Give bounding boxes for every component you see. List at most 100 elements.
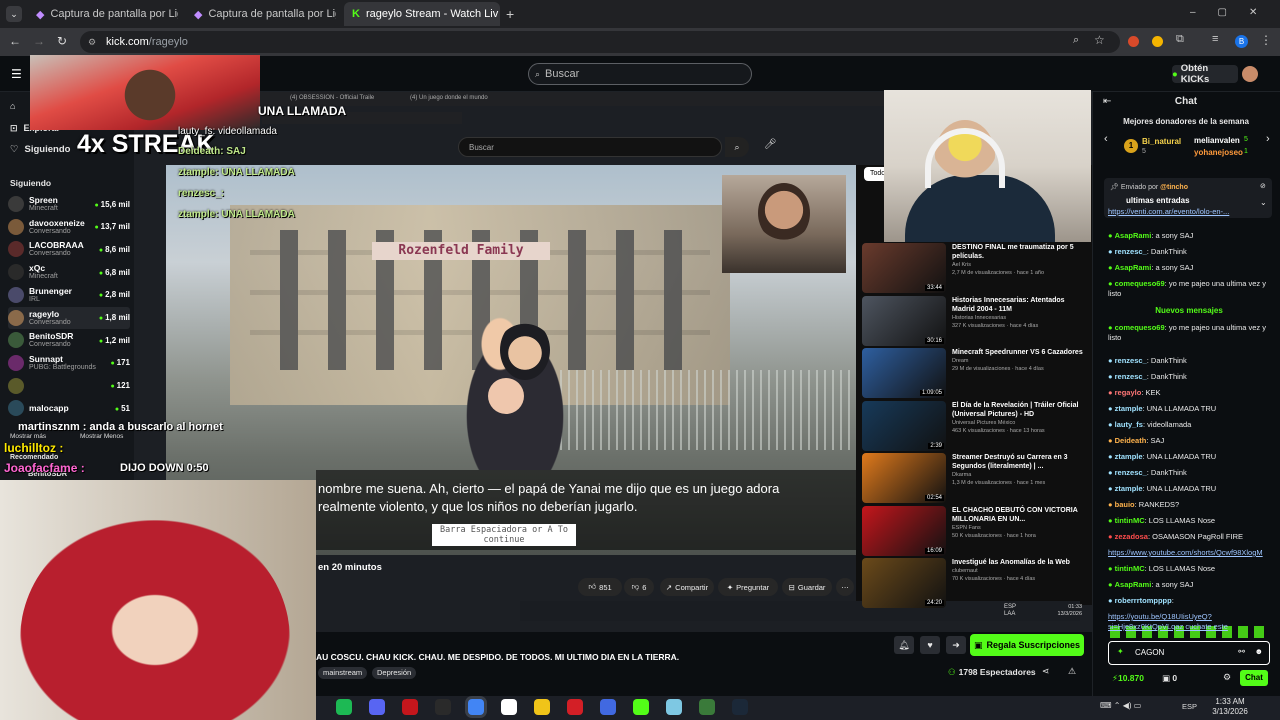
browser-tab-2[interactable]: ◆Captura de pantalla por Lightsh✕	[186, 2, 336, 26]
search-input[interactable]: ⌕ Buscar	[528, 63, 752, 85]
emoji-icon[interactable]: ☻	[1255, 647, 1263, 656]
chat-username[interactable]: ztample	[1115, 484, 1143, 493]
taskbar-app-icon[interactable]	[336, 699, 352, 715]
mic-icon[interactable]: 🎤︎	[764, 139, 777, 150]
sidebar-channel-spreen[interactable]: SpreenMinecraft 15,6 mil	[8, 193, 130, 215]
taskbar-app-icon[interactable]	[567, 699, 583, 715]
sidebar-channel-rageylo[interactable]: rageyloConversando 1,8 mil	[8, 306, 130, 329]
donor-3-name[interactable]: yohanejoseo	[1194, 148, 1243, 157]
site-info-icon[interactable]: ⚙	[88, 37, 96, 48]
youtube-video-item[interactable]: 02:54 Streamer Destruyó su Carrera en 3 S…	[862, 453, 1086, 503]
chat-username[interactable]: regaylo	[1115, 388, 1142, 397]
sidebar-channel-malocapp[interactable]: malocapp 51	[8, 397, 130, 419]
notification-bell-button[interactable]: 🔔︎	[894, 636, 914, 654]
hamburger-icon[interactable]: ☰	[11, 67, 22, 81]
tag-depresion[interactable]: Depresión	[372, 667, 417, 679]
sidebar-channel-xqc[interactable]: xQcMinecraft 6,8 mil	[8, 261, 130, 283]
sidebar-channel-brunenger[interactable]: BrunengerIRL 2,8 mil	[8, 284, 130, 306]
chat-username[interactable]: renzesc_	[1115, 372, 1147, 381]
youtube-video-item[interactable]: 1:09:05 Minecraft Speedrunner VS 6 Cazado…	[862, 348, 1086, 398]
taskbar-app-icon[interactable]	[666, 699, 682, 715]
reload-icon[interactable]: ↻	[57, 34, 67, 48]
save-button[interactable]: ⊟ Guardar	[782, 578, 832, 596]
chat-username[interactable]: AsapRami	[1115, 580, 1152, 589]
chat-username[interactable]: zezadosa	[1115, 532, 1148, 541]
chat-input[interactable]: ✦ CAGON ⚯ ☻	[1108, 641, 1270, 665]
extension-icon[interactable]	[1152, 36, 1163, 47]
chat-username[interactable]: lauty_fs	[1115, 420, 1143, 429]
gift-subs-button[interactable]: ▣ Regala Suscripciones	[970, 634, 1084, 656]
donor-2-name[interactable]: melianvalen	[1194, 136, 1240, 145]
zoom-icon[interactable]: ⌕	[1073, 34, 1079, 47]
more-button[interactable]: ⋯	[836, 578, 854, 596]
youtube-video-item[interactable]: 16:09 EL CHACHO DEBUTÓ CON VICTORIA MILLO…	[862, 505, 1086, 556]
tab-search-icon[interactable]: ⌄	[6, 6, 22, 22]
chat-username[interactable]: AsapRami	[1115, 263, 1152, 272]
unpin-icon[interactable]: ⊘	[1260, 182, 1266, 190]
chat-username[interactable]: AsapRami	[1115, 231, 1152, 240]
send-chat-button[interactable]: Chat	[1240, 670, 1268, 686]
sidebar-channel-davooxeneize[interactable]: davooxeneizeConversando 13,7 mil	[8, 216, 130, 238]
chat-username[interactable]: renzesc_	[1115, 247, 1147, 256]
ask-button[interactable]: ✦ Preguntar	[718, 578, 778, 596]
back-icon[interactable]: ←	[9, 34, 21, 48]
following-nav[interactable]: ♡ Siguiendo	[10, 144, 70, 155]
taskbar-app-icon[interactable]	[600, 699, 616, 715]
forward-icon[interactable]: →	[33, 34, 45, 48]
address-bar[interactable]: ⚙ kick.com/rageylo	[80, 31, 1120, 53]
sidebar-channel-benitosdr[interactable]: BenitoSDRConversando 1,2 mil	[8, 329, 130, 351]
chat-username[interactable]: renzesc_	[1115, 468, 1147, 477]
follow-heart-button[interactable]: ♥	[920, 636, 940, 654]
chat-settings-icon[interactable]: ⚙	[1223, 672, 1231, 683]
chat-username[interactable]: tintinMC	[1115, 516, 1145, 525]
taskbar-app-icon[interactable]	[369, 699, 385, 715]
chat-username[interactable]: comequeso69	[1115, 323, 1165, 332]
youtube-search[interactable]: Buscar	[458, 137, 722, 157]
donor-1-name[interactable]: Bi_natural	[1142, 137, 1181, 146]
taskbar-clock[interactable]: 1:33 AM 3/13/2026	[1200, 697, 1260, 717]
sidebar-channel-item[interactable]: 121	[8, 375, 130, 397]
share-icon[interactable]: ⋖	[1042, 666, 1050, 677]
profile-avatar[interactable]: B	[1235, 35, 1248, 48]
chat-username[interactable]: Deideath	[1115, 436, 1147, 445]
youtube-video-item[interactable]: 30:16 Historias Innecesarias: Atentados M…	[862, 295, 1086, 346]
show-more-link[interactable]: Mostrar más	[10, 433, 46, 440]
bookmark-star-icon[interactable]: ☆	[1094, 33, 1105, 47]
pinned-link[interactable]: https://venti.com.ar/evento/lolo-en-...	[1108, 207, 1229, 216]
expand-pin-icon[interactable]: ⌄	[1260, 198, 1267, 207]
browser-tab-1[interactable]: ◆Captura de pantalla por Lightsh✕	[28, 2, 178, 26]
home-nav[interactable]: ⌂	[10, 101, 15, 111]
youtube-search-icon[interactable]: ⌕	[725, 137, 749, 157]
taskbar-app-icon[interactable]	[534, 699, 550, 715]
youtube-video-item[interactable]: 33:44 DESTINO FINAL me traumatiza por 5 p…	[862, 243, 1086, 293]
taskbar-app-icon[interactable]	[501, 699, 517, 715]
taskbar-app-icon[interactable]	[402, 699, 418, 715]
show-less-link[interactable]: Mostrar Menos	[80, 433, 123, 440]
emote-picker-icon[interactable]: ⚯	[1238, 647, 1245, 656]
window-controls[interactable]: –▢✕	[1190, 7, 1279, 18]
new-tab-button[interactable]: +	[506, 6, 514, 22]
donors-next-icon[interactable]: ›	[1266, 133, 1270, 145]
chat-username[interactable]: ztample	[1115, 452, 1143, 461]
chat-username[interactable]: tintinMC	[1115, 564, 1145, 573]
dislike-button[interactable]: 👎︎ 6	[624, 578, 654, 596]
chat-username[interactable]: ztample	[1115, 404, 1143, 413]
taskbar-app-icon[interactable]	[435, 699, 451, 715]
chat-username[interactable]: comequeso69	[1115, 279, 1165, 288]
share-button[interactable]: ↗ Compartir	[660, 578, 714, 596]
sidebar-channel-sunnapt[interactable]: SunnaptPUBG: Battlegrounds 171	[8, 352, 130, 374]
taskbar-app-icon[interactable]	[699, 699, 715, 715]
like-button[interactable]: 👍︎ 851	[578, 578, 622, 596]
taskbar-app-icon[interactable]	[468, 699, 484, 715]
user-avatar[interactable]	[1242, 66, 1258, 82]
browser-tab-3[interactable]: Krageylo Stream - Watch Liv◀)✕	[344, 2, 500, 26]
menu-icon[interactable]: ⋮	[1260, 33, 1272, 47]
youtube-video-item[interactable]: 24:20 Investigué las Anomalías de la Web c…	[862, 558, 1086, 608]
chat-username[interactable]: renzesc_	[1115, 356, 1147, 365]
chat-username[interactable]: roberrrtompppp	[1115, 596, 1172, 605]
taskbar-app-icon[interactable]	[633, 699, 649, 715]
gift-arrow-button[interactable]: ➜	[946, 636, 966, 654]
extension-icon[interactable]	[1128, 36, 1139, 47]
media-icon[interactable]: ≡	[1212, 33, 1218, 45]
youtube-video-item[interactable]: 2:39 El Día de la Revelación | Tráiler Of…	[862, 400, 1086, 451]
